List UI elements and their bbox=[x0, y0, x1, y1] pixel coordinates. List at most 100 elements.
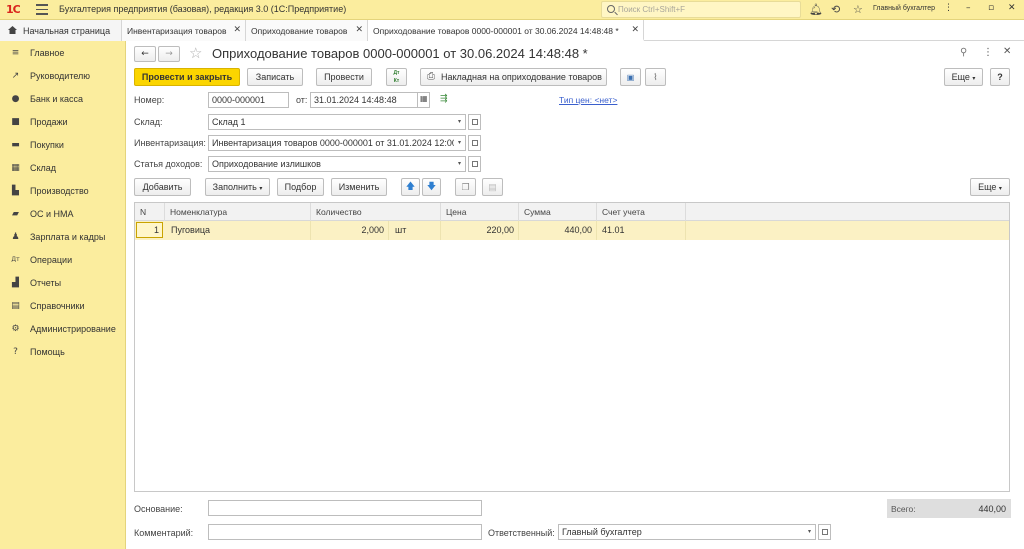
star-icon[interactable]: ☆ bbox=[853, 3, 863, 17]
delete-row-button[interactable]: ▤ bbox=[482, 178, 503, 196]
close-window-icon[interactable]: ✕ bbox=[1008, 3, 1016, 13]
tab-label: Инвентаризация товаров bbox=[127, 26, 227, 36]
warehouse-field[interactable]: Склад 1 bbox=[208, 114, 455, 130]
history-icon[interactable]: ⟲ bbox=[831, 3, 840, 17]
sidebar-item-label: Администрирование bbox=[30, 324, 116, 334]
table-row[interactable]: 1 Пуговица 2,000 шт 220,00 440,00 41.01 bbox=[135, 221, 1009, 240]
inventory-field[interactable]: Инвентаризация товаров 0000-000001 от 31… bbox=[208, 135, 455, 151]
column-header-item[interactable]: Номенклатура bbox=[165, 203, 311, 221]
link-icon[interactable]: ⚲ bbox=[960, 47, 967, 58]
tab-receipt-list[interactable]: Оприходование товаров ✕ bbox=[246, 20, 368, 41]
close-form-icon[interactable]: ✕ bbox=[1003, 46, 1011, 57]
goods-table[interactable]: N Номенклатура Количество Цена Сумма Сче… bbox=[134, 202, 1010, 492]
income-item-field[interactable]: Оприходование излишков bbox=[208, 156, 455, 172]
column-header-sum[interactable]: Сумма bbox=[519, 203, 597, 221]
back-button[interactable]: ← bbox=[134, 46, 156, 62]
row-sum[interactable]: 440,00 bbox=[519, 221, 597, 240]
edit-number-icon[interactable]: ⇶ bbox=[440, 94, 448, 104]
row-quantity[interactable]: 2,000 bbox=[311, 221, 389, 240]
sidebar-item-production[interactable]: ▙ Производство bbox=[0, 181, 126, 201]
sidebar-item-purchases[interactable]: ▬ Покупки bbox=[0, 135, 126, 155]
row-number[interactable]: 1 bbox=[136, 222, 163, 238]
sidebar-item-catalogs[interactable]: ▤ Справочники bbox=[0, 296, 126, 316]
close-icon[interactable]: ✕ bbox=[631, 25, 639, 35]
close-icon[interactable]: ✕ bbox=[355, 25, 363, 35]
copy-icon: ❐ bbox=[461, 182, 470, 192]
row-unit[interactable]: шт bbox=[389, 221, 441, 240]
pick-button[interactable]: Подбор bbox=[277, 178, 324, 196]
sidebar-item-reports[interactable]: ▟ Отчеты bbox=[0, 273, 126, 293]
open-income-item-button[interactable] bbox=[468, 156, 481, 172]
sidebar-item-fixed-assets[interactable]: ▰ ОС и НМА bbox=[0, 204, 126, 224]
sidebar-item-warehouse[interactable]: ▦ Склад bbox=[0, 158, 126, 178]
minimize-icon[interactable]: – bbox=[966, 3, 971, 13]
attachment-button[interactable]: ⌇ bbox=[645, 68, 666, 86]
chevron-down-icon[interactable]: ▾ bbox=[454, 135, 466, 151]
save-button[interactable]: Записать bbox=[247, 68, 303, 86]
column-header-account[interactable]: Счет учета bbox=[597, 203, 686, 221]
sidebar-item-administration[interactable]: ⚙ Администрирование bbox=[0, 319, 126, 339]
column-header-price[interactable]: Цена bbox=[441, 203, 519, 221]
main-menu-icon[interactable] bbox=[36, 4, 48, 15]
price-type-link[interactable]: Тип цен: <нет> bbox=[559, 95, 617, 105]
maximize-icon[interactable]: ▫ bbox=[988, 3, 994, 13]
tab-inventory[interactable]: Инвентаризация товаров ✕ bbox=[122, 20, 246, 41]
dt-kt-button[interactable]: Дт Кт bbox=[386, 68, 407, 86]
chevron-down-icon[interactable]: ▾ bbox=[804, 524, 816, 540]
fill-label: Заполнить bbox=[212, 182, 257, 192]
comment-field[interactable] bbox=[208, 524, 482, 540]
sidebar-item-bank[interactable]: ● Банк и касса bbox=[0, 89, 126, 109]
move-up-button[interactable]: 🡅 bbox=[401, 178, 420, 196]
post-button[interactable]: Провести bbox=[316, 68, 372, 86]
sidebar-item-operations[interactable]: Дт Операции bbox=[0, 250, 126, 270]
open-inventory-button[interactable] bbox=[468, 135, 481, 151]
chevron-down-icon[interactable]: ▾ bbox=[454, 114, 466, 130]
row-account[interactable]: 41.01 bbox=[597, 221, 686, 240]
fill-button[interactable]: Заполнить ▾ bbox=[205, 178, 270, 196]
global-search-input[interactable]: Поиск Ctrl+Shift+F bbox=[601, 1, 801, 18]
tab-receipt-document[interactable]: Оприходование товаров 0000-000001 от 30.… bbox=[368, 20, 644, 41]
post-and-close-button[interactable]: Провести и закрыть bbox=[134, 68, 240, 86]
number-label: Номер: bbox=[134, 95, 165, 105]
tab-label: Оприходование товаров 0000-000001 от 30.… bbox=[373, 26, 619, 36]
add-row-button[interactable]: Добавить bbox=[134, 178, 191, 196]
date-field[interactable]: 31.01.2024 14:48:48 bbox=[310, 92, 418, 108]
open-warehouse-button[interactable] bbox=[468, 114, 481, 130]
tab-label: Оприходование товаров bbox=[251, 26, 348, 36]
row-price[interactable]: 220,00 bbox=[441, 221, 519, 240]
help-button[interactable]: ? bbox=[990, 68, 1010, 86]
open-responsible-button[interactable] bbox=[818, 524, 831, 540]
structure-button[interactable]: ▣ bbox=[620, 68, 641, 86]
sidebar-item-label: Покупки bbox=[30, 140, 64, 150]
move-down-button[interactable]: 🡇 bbox=[422, 178, 441, 196]
number-field[interactable]: 0000-000001 bbox=[208, 92, 289, 108]
calendar-button[interactable]: ▦ bbox=[417, 92, 430, 108]
sidebar-item-help[interactable]: ? Помощь bbox=[0, 342, 126, 362]
delete-icon: ▤ bbox=[488, 182, 497, 192]
current-user[interactable]: Главный бухгалтер bbox=[873, 5, 935, 12]
sidebar-item-payroll[interactable]: ♟ Зарплата и кадры bbox=[0, 227, 126, 247]
sidebar-item-sales[interactable]: ■ Продажи bbox=[0, 112, 126, 132]
more-icon[interactable]: ⋮ bbox=[944, 3, 953, 13]
more-actions-icon[interactable]: ⋮ bbox=[983, 47, 993, 58]
bell-icon[interactable]: 🔔︎ bbox=[809, 3, 823, 17]
close-icon[interactable]: ✕ bbox=[233, 25, 241, 35]
column-header-qty[interactable]: Количество bbox=[311, 203, 441, 221]
basis-field[interactable] bbox=[208, 500, 482, 516]
more-label: Еще bbox=[978, 182, 997, 192]
row-item[interactable]: Пуговица bbox=[165, 221, 311, 240]
document-form: ← → ☆ Оприходование товаров 0000-000001 … bbox=[127, 41, 1024, 549]
change-button[interactable]: Изменить bbox=[331, 178, 387, 196]
responsible-field[interactable]: Главный бухгалтер bbox=[558, 524, 805, 540]
forward-button[interactable]: → bbox=[158, 46, 180, 62]
print-invoice-button[interactable]: ⎙ Накладная на оприходование товаров bbox=[420, 68, 607, 86]
copy-row-button[interactable]: ❐ bbox=[455, 178, 476, 196]
column-header-n[interactable]: N bbox=[135, 203, 165, 221]
sidebar-item-manager[interactable]: ↗ Руководителю bbox=[0, 66, 126, 86]
favorite-star-icon[interactable]: ☆ bbox=[189, 44, 202, 62]
chevron-down-icon[interactable]: ▾ bbox=[454, 156, 466, 172]
sidebar-item-main[interactable]: ≡ Главное bbox=[0, 43, 126, 63]
table-more-button[interactable]: Еще ▾ bbox=[970, 178, 1010, 196]
tab-home[interactable]: Начальная страница bbox=[0, 20, 122, 41]
more-menu-button[interactable]: Еще ▾ bbox=[944, 68, 983, 86]
